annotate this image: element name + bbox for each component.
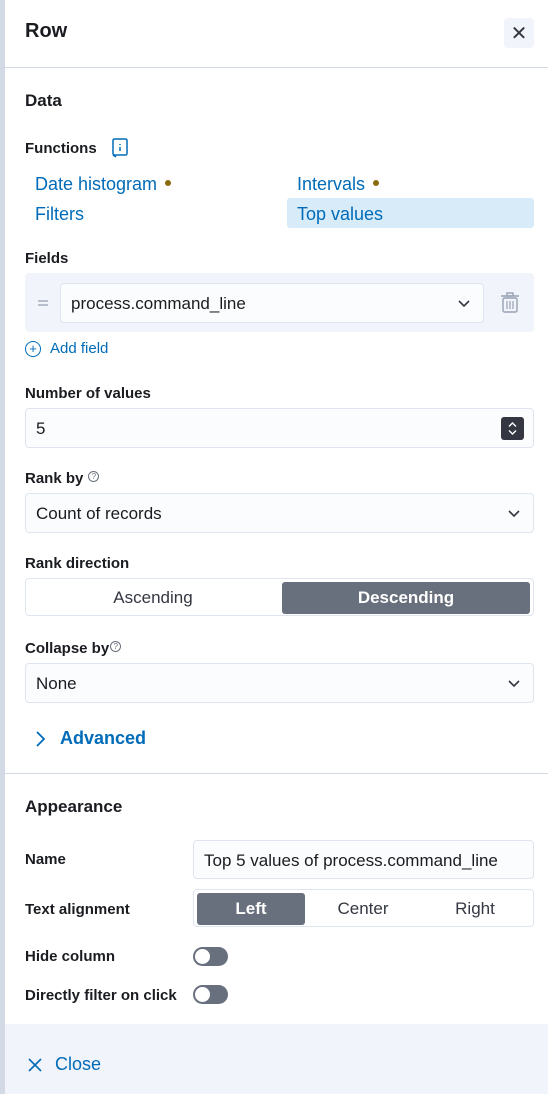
incompatible-dot-icon (165, 180, 172, 187)
field-row: process.command_line (25, 273, 534, 332)
function-filters-label: Filters (35, 204, 84, 224)
directly-filter-label: Directly filter on click (25, 987, 177, 1004)
help-icon[interactable]: ? (110, 641, 122, 652)
data-section-title: Data (25, 91, 62, 110)
rank-direction-label: Rank direction (25, 555, 130, 572)
align-right-button[interactable]: Right (421, 893, 529, 925)
column-name-input[interactable]: Top 5 values of process.command_line (193, 840, 534, 879)
function-top-values-label: Top values (297, 204, 384, 224)
rank-ascending-button[interactable]: Ascending (29, 582, 277, 614)
panel-left-edge (0, 0, 5, 1094)
plus-in-circle-icon: + (25, 340, 41, 357)
function-intervals[interactable]: Intervals (297, 174, 380, 195)
number-of-values-label: Number of values (25, 385, 151, 402)
text-alignment-label: Text alignment (25, 901, 130, 918)
align-center-button[interactable]: Center (309, 893, 417, 925)
drag-handle-icon[interactable] (37, 299, 49, 307)
advanced-label: Advanced (60, 728, 147, 748)
section-divider (5, 773, 548, 774)
collapse-by-label-text: Collapse by (25, 640, 110, 657)
fields-label: Fields (25, 250, 69, 267)
collapse-by-select[interactable]: None (25, 663, 534, 703)
advanced-toggle[interactable]: Advanced (33, 728, 146, 749)
cross-icon (28, 1057, 42, 1072)
rank-direction-group: Ascending Descending (25, 578, 534, 616)
align-left-button[interactable]: Left (197, 893, 305, 925)
chevron-down-icon (508, 510, 520, 518)
name-label: Name (25, 851, 66, 868)
rank-by-label: Rank by? (25, 470, 100, 487)
column-name-value: Top 5 values of process.command_line (204, 851, 498, 870)
flyout-title: Row (25, 20, 68, 42)
chevron-down-icon (458, 300, 470, 308)
text-alignment-group: Left Center Right (193, 889, 534, 927)
field-select[interactable]: process.command_line (60, 283, 484, 323)
documentation-book-icon[interactable] (111, 138, 129, 158)
incompatible-dot-icon (373, 180, 380, 187)
function-top-values[interactable]: Top values (297, 204, 383, 225)
directly-filter-toggle[interactable] (193, 985, 228, 1004)
hide-column-label: Hide column (25, 948, 116, 965)
appearance-section-title: Appearance (25, 797, 123, 816)
add-field-label: Add field (50, 340, 109, 357)
stepper-arrows-icon (508, 422, 517, 435)
number-of-values-input[interactable]: 5 (25, 408, 534, 448)
function-date-histogram[interactable]: Date histogram (35, 174, 172, 195)
close-icon: ✕ (510, 22, 528, 45)
number-of-values-value: 5 (36, 419, 46, 438)
rank-by-label-text: Rank by (25, 470, 84, 487)
collapse-by-value: None (36, 674, 77, 693)
function-date-histogram-label: Date histogram (35, 174, 158, 194)
functions-label: Functions (25, 140, 97, 157)
chevron-down-icon (508, 680, 520, 688)
field-select-value: process.command_line (71, 294, 246, 313)
rank-by-value: Count of records (36, 504, 162, 523)
chevron-right-icon (36, 730, 46, 747)
function-filters[interactable]: Filters (35, 204, 84, 225)
footer-close-button[interactable]: Close (27, 1054, 101, 1075)
functions-label-text: Functions (25, 140, 97, 157)
toggle-knob (195, 987, 210, 1002)
flyout-header: Row ✕ (5, 0, 548, 68)
number-stepper[interactable] (501, 417, 524, 440)
close-flyout-button[interactable]: ✕ (504, 18, 534, 48)
rank-descending-button[interactable]: Descending (282, 582, 530, 614)
rank-by-select[interactable]: Count of records (25, 493, 534, 533)
function-intervals-label: Intervals (297, 174, 366, 194)
trash-icon[interactable] (498, 291, 522, 315)
footer-close-label: Close (55, 1054, 102, 1074)
toggle-knob (195, 949, 210, 964)
collapse-by-label: Collapse by? (25, 640, 122, 657)
hide-column-toggle[interactable] (193, 947, 228, 966)
help-icon[interactable]: ? (88, 471, 100, 482)
add-field-button[interactable]: + Add field (25, 340, 108, 357)
flyout-footer: Close (5, 1024, 548, 1094)
